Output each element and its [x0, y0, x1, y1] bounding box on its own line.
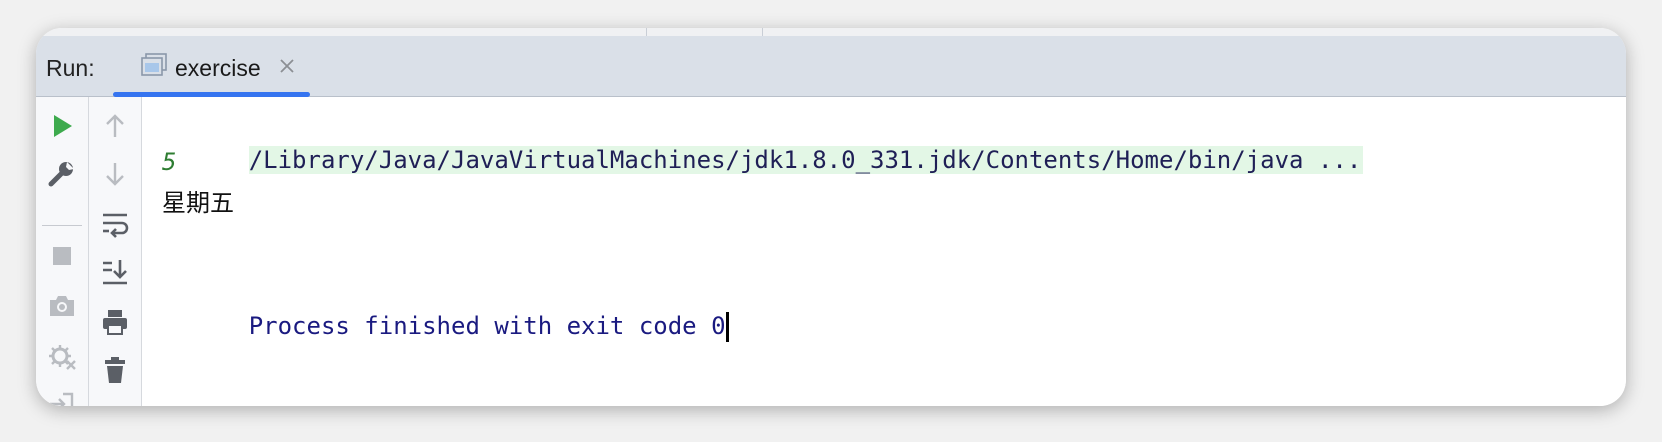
console-line-input: 5 [162, 148, 177, 176]
command-line-text: /Library/Java/JavaVirtualMachines/jdk1.8… [248, 146, 1364, 174]
edit-configuration-button[interactable] [47, 159, 77, 189]
print-icon [100, 307, 130, 337]
run-tool-window: Run: exercise /Library/Java/JavaVirtualM… [36, 28, 1626, 406]
exit-icon [47, 389, 77, 406]
debug-gear-icon [47, 341, 77, 371]
wrench-icon [47, 159, 77, 189]
arrow-down-icon [100, 159, 130, 189]
close-icon[interactable] [277, 56, 297, 76]
tab-title: exercise [175, 55, 261, 81]
dump-threads-button[interactable] [47, 291, 77, 321]
arrow-up-icon [100, 111, 130, 141]
console-line-output: 星期五 [162, 189, 234, 217]
exit-message: Process finished with exit code 0 [248, 312, 726, 340]
stop-button[interactable] [47, 241, 77, 271]
toolbar-separator [42, 225, 82, 226]
console-actions-toolbar [89, 97, 142, 406]
soft-wrap-button[interactable] [100, 209, 130, 239]
soft-wrap-icon [100, 209, 130, 239]
run-panel-header: Run: exercise [36, 36, 1626, 97]
console-output[interactable]: /Library/Java/JavaVirtualMachines/jdk1.8… [142, 97, 1626, 406]
divider [646, 28, 647, 36]
down-stack-trace-button[interactable] [100, 159, 130, 189]
scroll-to-end-icon [100, 257, 130, 287]
console-line-exit: Process finished with exit code 0 [162, 266, 729, 342]
divider [762, 28, 763, 36]
trash-icon [100, 355, 130, 385]
camera-icon [47, 291, 77, 321]
exit-button[interactable] [47, 389, 77, 406]
run-label: Run: [46, 55, 95, 81]
scroll-to-end-button[interactable] [100, 257, 130, 287]
console-line-command: /Library/Java/JavaVirtualMachines/jdk1.8… [162, 100, 1364, 174]
tab-exercise[interactable]: exercise [113, 36, 310, 97]
rerun-button[interactable] [47, 111, 77, 141]
print-button[interactable] [100, 307, 130, 337]
run-actions-toolbar [36, 97, 89, 406]
play-icon [47, 111, 77, 141]
text-caret [725, 312, 729, 342]
run-configuration-icon [141, 53, 167, 77]
clear-all-button[interactable] [100, 355, 130, 385]
up-stack-trace-button[interactable] [100, 111, 130, 141]
stop-icon [47, 241, 77, 271]
settings-button[interactable] [47, 341, 77, 371]
